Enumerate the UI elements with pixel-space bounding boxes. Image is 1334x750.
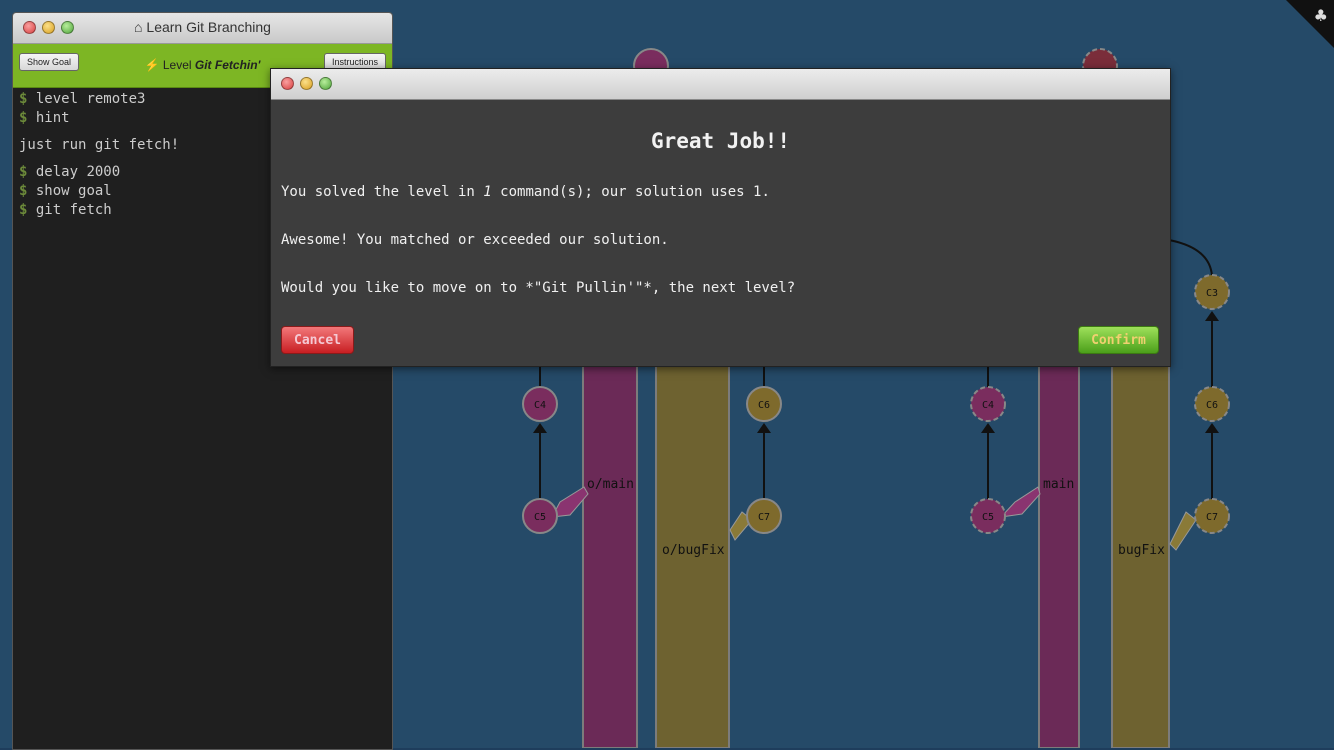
svg-text:C5: C5 (534, 512, 546, 523)
bolt-icon: ⚡ (144, 58, 160, 72)
confirm-button[interactable]: Confirm (1078, 326, 1159, 354)
dialog-next-level-text: Would you like to move on to *"Git Pulli… (281, 280, 796, 296)
branch-label-main: main (1043, 477, 1074, 492)
edge-c3-parent (1168, 239, 1213, 277)
main-arrow (999, 486, 1041, 518)
home-icon: ⌂ (134, 19, 143, 35)
commit-c7: C7 (746, 498, 782, 534)
level-complete-dialog: Great Job!! You solved the level in 1 co… (270, 68, 1171, 367)
edge-arrowhead (533, 423, 547, 433)
svg-text:C4: C4 (534, 400, 546, 411)
main-pillar (1038, 339, 1080, 748)
svg-text:C3: C3 (1206, 288, 1218, 299)
commit-c5-remote: C5 (970, 498, 1006, 534)
edge-arrowhead (981, 423, 995, 433)
edge-arrowhead (757, 423, 771, 433)
svg-text:C6: C6 (1206, 400, 1218, 411)
svg-text:C7: C7 (1206, 512, 1218, 523)
edge-arrowhead (1205, 423, 1219, 433)
terminal-titlebar: ⌂ Learn Git Branching (13, 13, 392, 44)
svg-text:C5: C5 (982, 512, 994, 523)
svg-text:C4: C4 (982, 400, 994, 411)
maximize-icon[interactable] (319, 77, 332, 90)
dialog-window-controls (281, 77, 332, 90)
o-main-pillar (582, 339, 638, 748)
commit-c4-remote: C4 (970, 386, 1006, 422)
svg-text:C6: C6 (758, 400, 770, 411)
commit-c6: C6 (746, 386, 782, 422)
bugfix-arrow (1169, 511, 1197, 551)
dialog-praise-text: Awesome! You matched or exceeded our sol… (281, 232, 669, 248)
commit-c5: C5 (522, 498, 558, 534)
terminal-title: ⌂ Learn Git Branching (134, 19, 271, 35)
branch-label-bugfix: bugFix (1118, 543, 1165, 558)
branch-label-o-bugfix: o/bugFix (662, 543, 725, 558)
commit-c7-remote: C7 (1194, 498, 1230, 534)
cancel-button[interactable]: Cancel (281, 326, 354, 354)
minimize-icon[interactable] (300, 77, 313, 90)
commit-c3: C3 (1194, 274, 1230, 310)
edge-arrowhead (1205, 311, 1219, 321)
svg-text:C7: C7 (758, 512, 770, 523)
dialog-result-text: You solved the level in 1 command(s); ou… (281, 184, 770, 200)
dialog-heading: Great Job!! (650, 129, 791, 153)
dialog-titlebar (271, 69, 1170, 100)
branch-label-o-main: o/main (587, 477, 634, 492)
close-icon[interactable] (281, 77, 294, 90)
commit-c4: C4 (522, 386, 558, 422)
commit-c6-remote: C6 (1194, 386, 1230, 422)
octocat-icon[interactable]: ♣ (1314, 6, 1328, 25)
